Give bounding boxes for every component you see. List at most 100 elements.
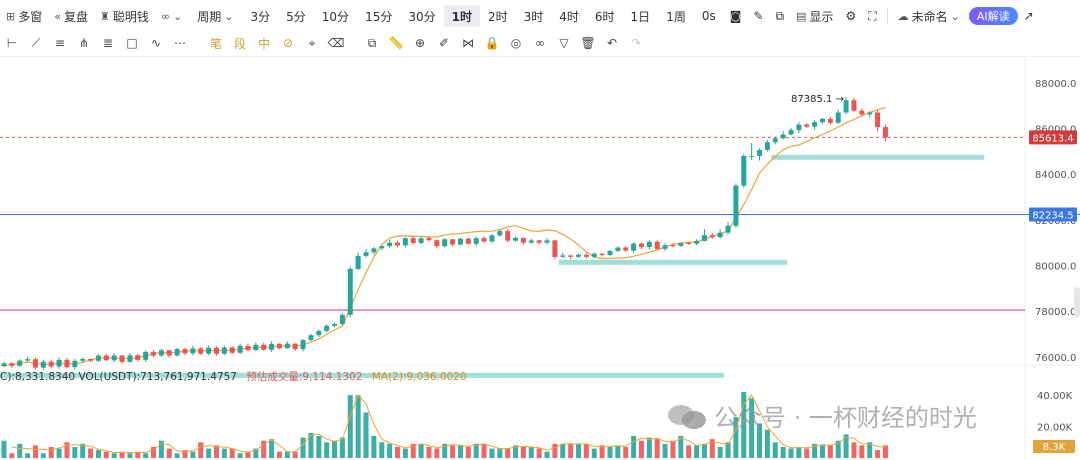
interval-1h[interactable]: 1时 bbox=[443, 5, 480, 27]
interval-5m[interactable]: 5分 bbox=[278, 5, 314, 27]
candle-body bbox=[615, 247, 621, 251]
settings-icon[interactable]: ⚙ bbox=[839, 5, 862, 27]
candle-body bbox=[481, 238, 487, 242]
interval-3h[interactable]: 3时 bbox=[516, 5, 552, 27]
brush-icon[interactable]: ✐ bbox=[432, 36, 456, 50]
link-icon[interactable]: ∞ bbox=[528, 36, 552, 50]
chan-hide-icon[interactable]: ⊘ bbox=[276, 36, 300, 50]
indicator-toggle-button[interactable]: ∞ ⌄ bbox=[155, 5, 191, 27]
candle-body bbox=[654, 241, 660, 249]
interval-1w[interactable]: 1周 bbox=[658, 5, 694, 27]
magnet-icon[interactable]: ⌖ bbox=[300, 36, 324, 51]
interval-6h[interactable]: 6时 bbox=[587, 5, 623, 27]
support-zone bbox=[558, 259, 788, 265]
interval-3m[interactable]: 3分 bbox=[243, 5, 279, 27]
volume-bar bbox=[402, 448, 408, 458]
candle-body bbox=[544, 240, 550, 243]
volume-bar bbox=[662, 443, 668, 458]
path-icon[interactable]: ∿ bbox=[144, 36, 168, 50]
candle-body bbox=[442, 239, 448, 247]
axis-drag-handle[interactable] bbox=[1074, 287, 1080, 317]
candle-body bbox=[88, 358, 94, 361]
period-dropdown[interactable]: 周期 ⌄ bbox=[191, 5, 242, 27]
volume-bar bbox=[158, 440, 164, 458]
candle-body bbox=[473, 238, 479, 244]
horizontal-line-icon[interactable]: ⊢ bbox=[0, 36, 24, 50]
volume-bar bbox=[48, 447, 54, 458]
candle-body bbox=[25, 359, 31, 361]
price-tick-label: 88000.0 bbox=[1035, 79, 1076, 90]
interval-15m[interactable]: 15分 bbox=[357, 5, 400, 27]
filter-icon[interactable]: ▽ bbox=[552, 36, 576, 50]
volume-bar bbox=[670, 440, 676, 458]
candle-body bbox=[32, 359, 38, 368]
candle-body bbox=[379, 246, 385, 249]
candle-body bbox=[827, 118, 833, 123]
trash-icon[interactable]: 🗑 bbox=[576, 36, 600, 50]
volume-bar bbox=[694, 445, 700, 458]
interval-1d[interactable]: 1日 bbox=[623, 5, 659, 27]
eraser-icon[interactable]: ⌫ bbox=[324, 36, 348, 50]
interval-4h[interactable]: 4时 bbox=[551, 5, 587, 27]
chevron-down-icon: ⌄ bbox=[224, 9, 234, 23]
display-button[interactable]: ▤ 显示 bbox=[790, 5, 839, 27]
candle-body bbox=[882, 127, 888, 138]
smart-money-button[interactable]: ♜ 聪明钱 bbox=[94, 5, 155, 27]
rectangle-icon[interactable]: □ bbox=[120, 36, 144, 50]
chan-pen-icon[interactable]: 笔 bbox=[204, 35, 228, 52]
chan-center-icon[interactable]: 中 bbox=[252, 35, 276, 52]
trend-line-icon[interactable]: ⟋ bbox=[24, 36, 48, 51]
candle-body bbox=[733, 185, 739, 226]
ruler-icon[interactable]: 📏 bbox=[384, 36, 408, 50]
replay-button[interactable]: «复盘 bbox=[48, 5, 94, 27]
volume-bar bbox=[355, 395, 361, 458]
candle-body bbox=[48, 361, 54, 367]
copy-icon[interactable]: ⧉ bbox=[360, 36, 384, 51]
volume-bar bbox=[591, 448, 597, 458]
external-link-icon[interactable]: ⧉ bbox=[769, 5, 790, 27]
undo-icon[interactable]: ↶ bbox=[600, 36, 624, 50]
candle-body bbox=[387, 242, 393, 247]
candle-body bbox=[308, 335, 314, 340]
multi-window-button[interactable]: ⊞ 多窗 bbox=[0, 5, 48, 27]
interval-2h[interactable]: 2时 bbox=[480, 5, 516, 27]
layout-dropdown[interactable]: ☁ 未命名 ⌄ bbox=[892, 5, 969, 27]
visibility-icon[interactable]: ◎ bbox=[504, 36, 528, 50]
redo-icon[interactable]: ↷ bbox=[624, 36, 648, 50]
moving-average-line bbox=[3, 106, 886, 367]
parallel-channel-icon[interactable]: ≡ bbox=[48, 36, 72, 50]
interval-30m[interactable]: 30分 bbox=[400, 5, 443, 27]
pitchfork-icon[interactable]: ⋔ bbox=[72, 36, 96, 50]
volume-bar bbox=[686, 445, 692, 458]
pattern-icon[interactable]: ⋈ bbox=[456, 36, 480, 50]
candle-body bbox=[859, 110, 865, 115]
candle-body bbox=[552, 240, 558, 257]
volume-bar bbox=[95, 450, 101, 458]
candle-body bbox=[576, 254, 582, 257]
pencil-icon[interactable]: ✎ bbox=[747, 5, 769, 27]
more-icon[interactable]: ⋯ bbox=[168, 36, 192, 50]
volume-bar bbox=[284, 451, 290, 458]
candle-body bbox=[843, 100, 849, 113]
candle-body bbox=[371, 248, 377, 253]
lock-icon[interactable]: 🔒 bbox=[480, 36, 504, 50]
volume-bar bbox=[804, 448, 810, 458]
candle-body bbox=[418, 238, 424, 243]
camera-icon[interactable]: ◙ bbox=[724, 5, 748, 27]
candle-body bbox=[426, 238, 432, 241]
zoom-in-icon[interactable]: ⊕ bbox=[408, 36, 432, 50]
fullscreen-icon[interactable]: ⛶ bbox=[862, 5, 882, 27]
trend-icon[interactable]: ↗ bbox=[1018, 5, 1040, 27]
chevron-down-icon: ⌄ bbox=[950, 9, 960, 23]
candle-body bbox=[269, 343, 275, 350]
candle-body bbox=[261, 344, 267, 350]
interval-10m[interactable]: 10分 bbox=[314, 5, 357, 27]
volume-bar bbox=[292, 451, 298, 458]
price-axis: 76000.078000.080000.082000.084000.086000… bbox=[1029, 79, 1077, 453]
ai-analysis-button[interactable]: AI解读 bbox=[968, 7, 1018, 25]
fibonacci-icon[interactable]: ≣ bbox=[96, 36, 120, 50]
chan-segment-icon[interactable]: 段 bbox=[228, 35, 252, 52]
volume-bar bbox=[103, 451, 109, 458]
candle-body bbox=[395, 242, 400, 246]
candle-body bbox=[465, 238, 471, 244]
